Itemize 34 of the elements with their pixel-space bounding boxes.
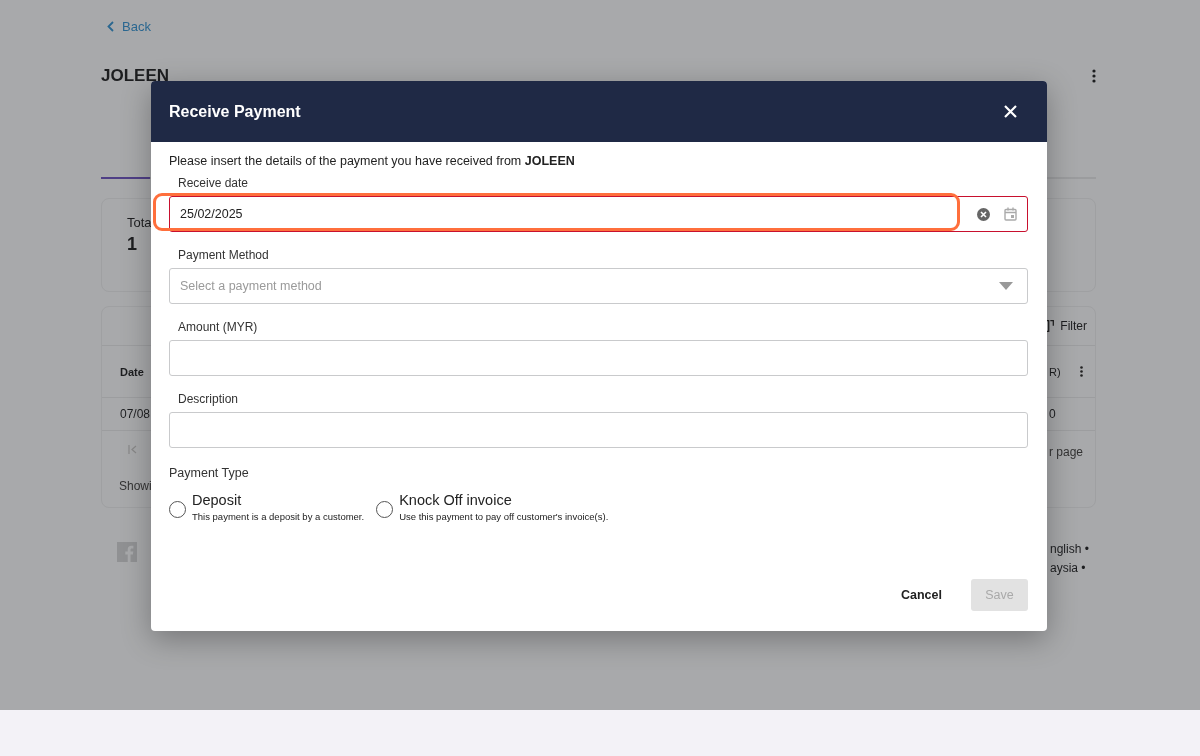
summary-value: 1 [127,234,137,255]
showing-text: Showi [119,479,152,493]
column-menu-icon[interactable] [1079,366,1083,377]
intro-text: Please insert the details of the payment you have received from JOLEEN [169,154,576,168]
filter-button[interactable]: Filter [1060,319,1087,333]
chevron-left-icon [107,20,114,32]
rows-per-page-label: r page [1049,445,1085,459]
field-label: Description [177,392,240,406]
dropdown-caret-icon[interactable] [999,282,1013,290]
field-label: Amount (MYR) [177,320,259,334]
input-field[interactable] [169,412,1028,448]
radio-description: Use this payment to pay off customer's invoice(s). [399,511,609,522]
radio-description: This payment is a deposit by a customer. [192,511,365,522]
column-header: Date [120,365,144,378]
columns-icon [1045,320,1055,332]
close-icon[interactable] [1004,105,1017,118]
field-label: Receive date [177,176,250,190]
clear-icon[interactable] [977,207,990,221]
table-cell: 07/08 [120,407,151,421]
field-label: Payment Method [177,248,270,262]
section-label: Payment Type [169,466,250,480]
cancel-button[interactable]: Cancel [889,579,954,611]
column-header: R) [1049,365,1061,378]
table-cell: 0 [1049,407,1056,421]
date-field[interactable]: 25/02/2025 [169,196,1028,232]
customer-name: JOLEEN [101,66,170,86]
footer-link[interactable]: nglish • [1050,542,1096,556]
dialog-title: Receive Payment [169,102,301,121]
radio-label[interactable]: Knock Off invoice [399,492,609,508]
footer-link[interactable]: aysia • [1050,561,1096,575]
summary-label: Tota [127,215,152,230]
more-options-icon[interactable] [1092,69,1096,83]
input-field[interactable] [169,340,1028,376]
radio-label[interactable]: Deposit [192,492,365,508]
